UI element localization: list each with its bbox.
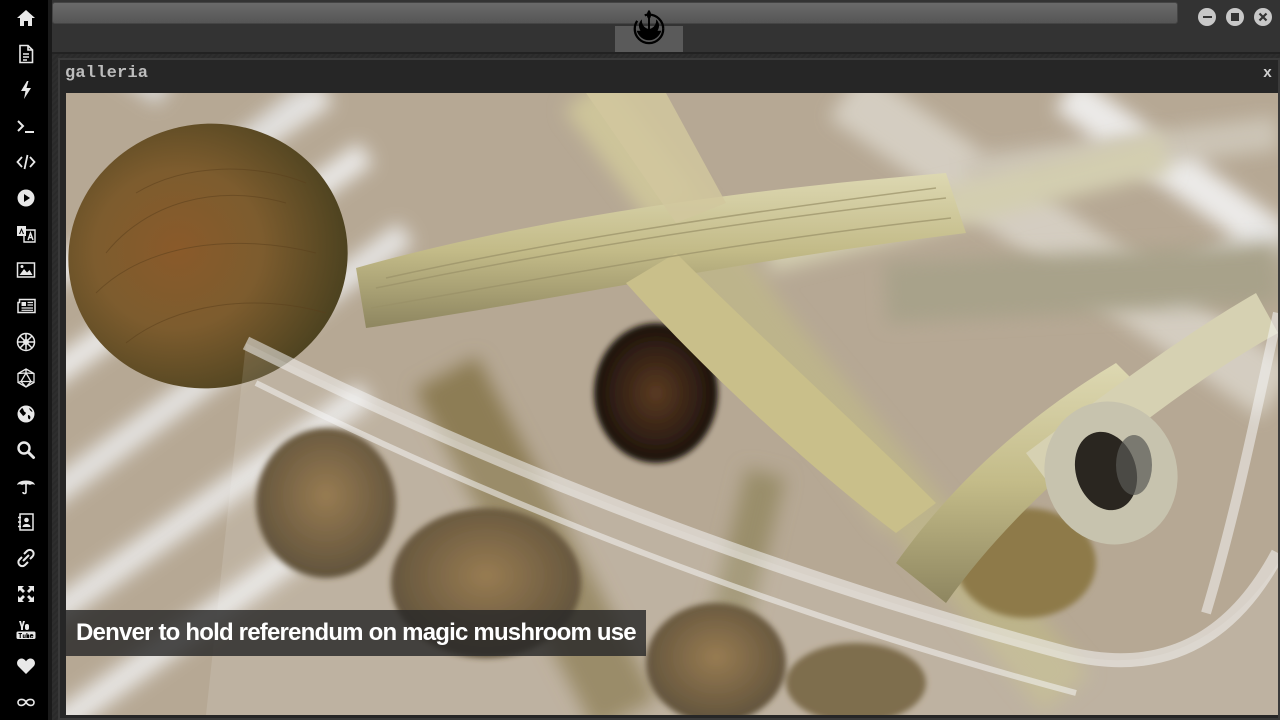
address-bar[interactable] <box>52 2 1178 24</box>
minimize-icon <box>1202 15 1212 19</box>
close-icon <box>1258 12 1268 22</box>
sidebar-item-link[interactable] <box>0 540 52 576</box>
sidebar-item-cloud[interactable] <box>0 684 52 720</box>
close-window-button[interactable] <box>1254 8 1272 26</box>
sidebar-item-translate[interactable] <box>0 216 52 252</box>
gallery-window: galleria x Denver to hold referendum on … <box>58 58 1280 720</box>
sidebar <box>0 0 52 720</box>
terminal-icon <box>17 120 34 133</box>
heart-icon <box>17 658 35 674</box>
sidebar-item-code[interactable] <box>0 144 52 180</box>
sidebar-item-play[interactable] <box>0 180 52 216</box>
top-bar <box>52 0 1280 54</box>
sidebar-item-youtube[interactable] <box>0 612 52 648</box>
translate-icon <box>17 226 36 243</box>
code-icon <box>16 154 36 170</box>
maximize-icon <box>1231 13 1239 21</box>
photo-caption: Denver to hold referendum on magic mushr… <box>66 610 646 656</box>
gallery-title: galleria <box>65 64 149 83</box>
globe-icon <box>17 405 35 423</box>
sidebar-item-fullscreen[interactable] <box>0 576 52 612</box>
search-icon <box>17 441 35 459</box>
image-icon <box>16 262 36 278</box>
rebel-alliance-icon[interactable] <box>630 8 668 46</box>
document-icon <box>19 44 34 64</box>
lightning-icon <box>21 81 31 99</box>
link-icon <box>17 548 35 568</box>
sidebar-item-contacts[interactable] <box>0 504 52 540</box>
sidebar-item-globe[interactable] <box>0 396 52 432</box>
d20-icon <box>17 368 35 388</box>
sidebar-item-galactic-empire[interactable] <box>0 324 52 360</box>
play-icon <box>17 189 35 207</box>
gallery-close-button[interactable]: x <box>1263 65 1272 82</box>
sidebar-item-terminal[interactable] <box>0 108 52 144</box>
youtube-icon <box>16 621 36 639</box>
galactic-empire-icon <box>16 332 36 352</box>
main-area: galleria x Denver to hold referendum on … <box>52 0 1280 720</box>
newspaper-icon <box>17 298 36 314</box>
sidebar-item-search[interactable] <box>0 432 52 468</box>
sidebar-item-home[interactable] <box>0 0 52 36</box>
maximize-button[interactable] <box>1226 8 1244 26</box>
contact-book-icon <box>18 513 34 531</box>
sidebar-item-d20[interactable] <box>0 360 52 396</box>
minimize-button[interactable] <box>1198 8 1216 26</box>
umbrella-icon <box>17 480 35 495</box>
home-icon <box>17 10 35 26</box>
sidebar-item-umbrella[interactable] <box>0 468 52 504</box>
sidebar-item-document[interactable] <box>0 36 52 72</box>
sidebar-item-lightning[interactable] <box>0 72 52 108</box>
sidebar-item-image[interactable] <box>0 252 52 288</box>
infinity-cloud-icon <box>17 698 35 707</box>
sidebar-item-newspaper[interactable] <box>0 288 52 324</box>
sidebar-item-heart[interactable] <box>0 648 52 684</box>
fullscreen-icon <box>18 586 34 602</box>
